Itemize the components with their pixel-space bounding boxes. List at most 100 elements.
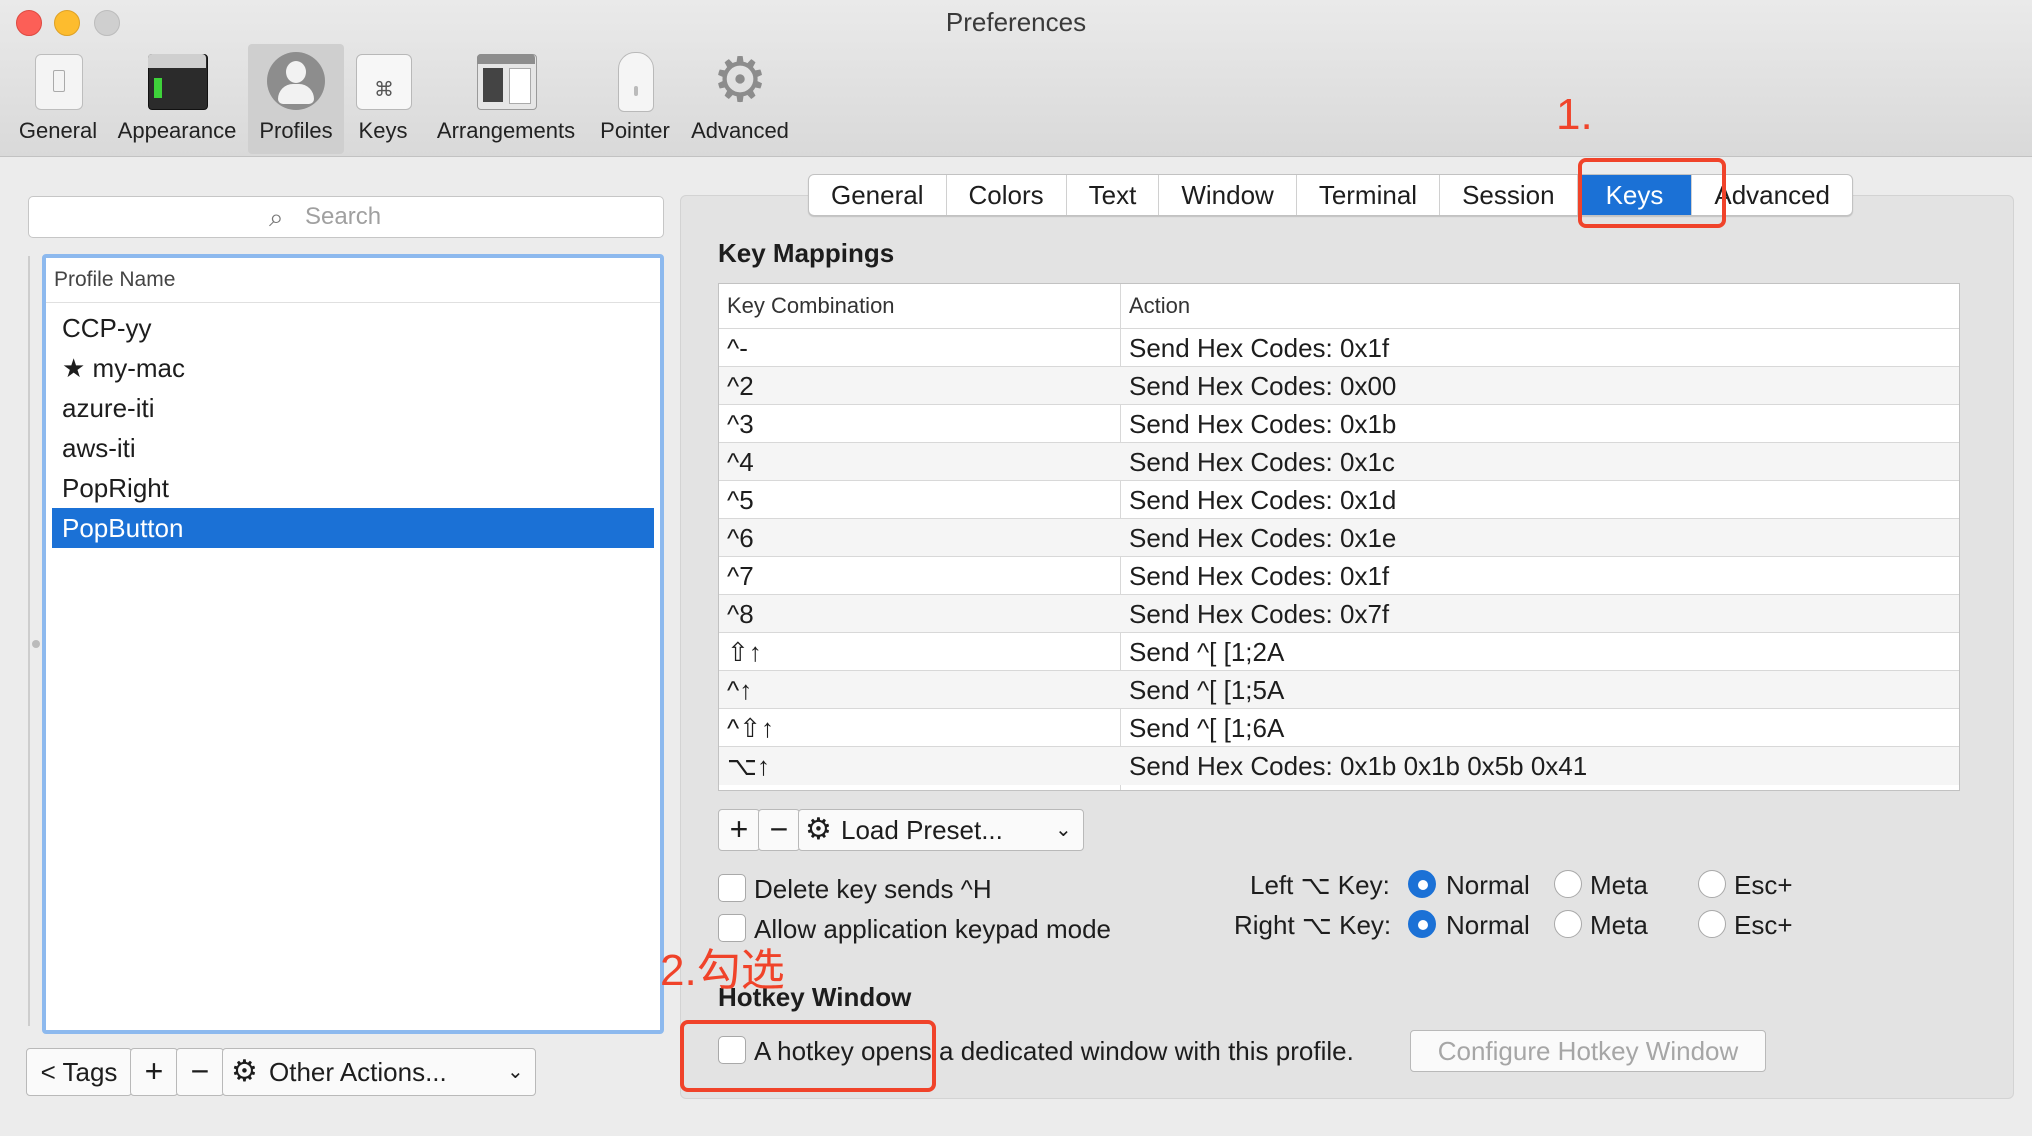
table-row[interactable]: ^6 Send Hex Codes: 0x1e — [719, 518, 1959, 557]
appearance-icon — [148, 52, 208, 110]
profile-row[interactable]: CCP-yy — [52, 308, 654, 348]
left-alt-label: Left ⌥ Key: — [1250, 870, 1390, 900]
annotation-hotkey-box — [680, 1020, 936, 1092]
load-preset-label: Load Preset... — [841, 815, 1003, 845]
table-row[interactable]: ⇧↑ Send ^[ [1;2A — [719, 632, 1959, 671]
action-cell: Send Hex Codes: 0x1f — [1129, 333, 1390, 363]
key-cell: ^5 — [727, 485, 754, 515]
search-placeholder: Search — [305, 203, 382, 230]
right-alt-normal-label: Normal — [1446, 910, 1530, 940]
table-row[interactable]: ^2 Send Hex Codes: 0x00 — [719, 366, 1959, 405]
action-cell: Send Hex Codes: 0x1f — [1129, 561, 1390, 591]
keys-icon: ⌘ — [354, 52, 412, 110]
table-row[interactable]: ^7 Send Hex Codes: 0x1f — [719, 556, 1959, 595]
key-cell: ^6 — [727, 523, 754, 553]
toolbar-profiles[interactable]: Profiles — [248, 44, 344, 154]
gear-icon: ⚙ — [231, 1055, 258, 1088]
profile-search-input[interactable]: ⌕ Search — [28, 196, 664, 238]
action-cell: Send Hex Codes: 0x1e — [1129, 523, 1397, 553]
tab-window[interactable]: Window — [1159, 175, 1297, 215]
header-divider — [46, 302, 660, 303]
toolbar-arrangements-label: Arrangements — [436, 118, 576, 143]
profile-row[interactable]: aws-iti — [52, 428, 654, 468]
split-handle[interactable] — [32, 640, 40, 648]
key-cell: ⇧↑ — [727, 637, 762, 667]
toolbar-appearance-label: Appearance — [117, 118, 237, 143]
toolbar-advanced[interactable]: ⚙ Advanced — [684, 44, 796, 154]
tab-general[interactable]: General — [809, 175, 947, 215]
add-mapping-button[interactable]: + — [718, 809, 760, 851]
remove-mapping-button[interactable]: − — [758, 809, 800, 851]
profile-row[interactable]: azure-iti — [52, 388, 654, 428]
load-preset-menu[interactable]: ⚙ Load Preset... ⌄ — [798, 809, 1084, 851]
right-alt-label: Right ⌥ Key: — [1234, 910, 1392, 940]
tab-colors[interactable]: Colors — [947, 175, 1067, 215]
profile-name-header: Profile Name — [54, 268, 176, 291]
table-row[interactable]: ^8 Send Hex Codes: 0x7f — [719, 594, 1959, 633]
tab-session[interactable]: Session — [1440, 175, 1578, 215]
toolbar-profiles-label: Profiles — [259, 118, 333, 143]
left-alt-esc-label: Esc+ — [1734, 870, 1793, 900]
other-actions-menu[interactable]: ⚙ Other Actions... ⌄ — [222, 1048, 536, 1096]
key-cell: ^8 — [727, 599, 754, 629]
list-divider — [28, 256, 30, 1026]
delete-key-label: Delete key sends ^H — [754, 874, 992, 904]
right-alt-esc-radio[interactable] — [1698, 910, 1726, 938]
table-row[interactable]: ^3 Send Hex Codes: 0x1b — [719, 404, 1959, 443]
toolbar-keys[interactable]: ⌘ Keys — [350, 44, 416, 154]
table-row[interactable]: ^⇧↑ Send ^[ [1;6A — [719, 708, 1959, 747]
configure-hotkey-button[interactable]: Configure Hotkey Window — [1410, 1030, 1766, 1072]
action-cell: Send Hex Codes: 0x1b — [1129, 409, 1397, 439]
annotation-step1: 1. — [1556, 90, 1593, 139]
key-mappings-table[interactable]: Key Combination Action ^- Send Hex Codes:… — [718, 283, 1960, 791]
left-alt-meta-radio[interactable] — [1554, 870, 1582, 898]
left-alt-meta-label: Meta — [1590, 870, 1648, 900]
toolbar-pointer[interactable]: Pointer — [590, 44, 680, 154]
arrangements-icon — [477, 52, 537, 110]
key-combination-header[interactable]: Key Combination — [719, 284, 895, 328]
add-profile-button[interactable]: + — [130, 1048, 178, 1096]
action-cell: Send Hex Codes: 0x7f — [1129, 599, 1390, 629]
key-cell: ^4 — [727, 447, 754, 477]
tab-terminal[interactable]: Terminal — [1297, 175, 1441, 215]
key-mappings-title: Key Mappings — [718, 238, 895, 268]
table-row[interactable]: ^↑ Send ^[ [1;5A — [719, 670, 1959, 709]
tab-text[interactable]: Text — [1067, 175, 1160, 215]
left-alt-esc-radio[interactable] — [1698, 870, 1726, 898]
gear-icon: ⚙ — [712, 46, 768, 115]
key-cell: ^⇧↑ — [727, 713, 774, 743]
action-cell: Send ^[ [1;5A — [1129, 675, 1285, 705]
right-alt-meta-label: Meta — [1590, 910, 1648, 940]
table-row[interactable]: ^- Send Hex Codes: 0x1f — [719, 328, 1959, 367]
key-cell: ^3 — [727, 409, 754, 439]
key-cell: ⌥↑ — [727, 751, 770, 781]
key-cell: ^2 — [727, 371, 754, 401]
toolbar-advanced-label: Advanced — [691, 118, 789, 143]
toolbar-appearance[interactable]: Appearance — [112, 44, 242, 154]
table-row[interactable]: ⌥↑ Send Hex Codes: 0x1b 0x1b 0x5b 0x41 — [719, 746, 1959, 785]
delete-key-checkbox[interactable] — [718, 874, 746, 902]
general-icon — [29, 52, 87, 110]
toolbar-pointer-label: Pointer — [600, 118, 670, 143]
profile-row[interactable]: ★ my-mac — [52, 348, 654, 388]
profiles-icon — [267, 52, 325, 110]
tags-button[interactable]: < Tags — [26, 1048, 132, 1096]
action-cell: Send ^[ [1;2A — [1129, 637, 1285, 667]
action-header[interactable]: Action — [1121, 284, 1190, 328]
toolbar-general[interactable]: General — [12, 44, 104, 154]
right-alt-meta-radio[interactable] — [1554, 910, 1582, 938]
profile-row-selected[interactable]: PopButton — [52, 508, 654, 548]
remove-profile-button[interactable]: − — [176, 1048, 224, 1096]
toolbar-general-label: General — [18, 118, 98, 143]
gear-icon: ⚙ — [805, 813, 832, 846]
action-cell: Send Hex Codes: 0x00 — [1129, 371, 1397, 401]
profile-row[interactable]: PopRight — [52, 468, 654, 508]
table-row[interactable]: ^5 Send Hex Codes: 0x1d — [719, 480, 1959, 519]
left-alt-normal-radio[interactable] — [1408, 870, 1436, 898]
right-alt-normal-radio[interactable] — [1408, 910, 1436, 938]
action-cell: Send Hex Codes: 0x1b 0x1b 0x5b 0x41 — [1129, 751, 1588, 781]
toolbar-keys-label: Keys — [358, 118, 408, 143]
profile-list[interactable]: Profile Name CCP-yy ★ my-mac azure-iti a… — [42, 254, 664, 1034]
toolbar-arrangements[interactable]: Arrangements — [430, 44, 582, 154]
table-row[interactable]: ^4 Send Hex Codes: 0x1c — [719, 442, 1959, 481]
